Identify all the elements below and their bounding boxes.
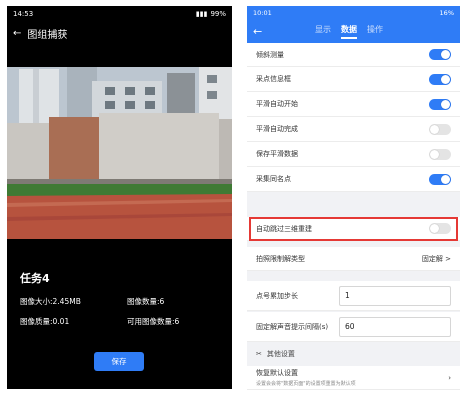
photo-scene (7, 67, 232, 239)
battery-level: 16% (439, 9, 454, 17)
toggle-switch[interactable] (429, 148, 451, 160)
setting-value: 固定解 > (421, 254, 451, 263)
back-arrow-icon[interactable]: ← (13, 28, 21, 39)
setting-label: 点号累加步长 (256, 291, 298, 300)
setting-row-tilt-measure[interactable]: 倾斜测量 (247, 43, 460, 67)
setting-row-smooth-auto-start[interactable]: 平滑自动开始 (247, 92, 460, 117)
toggle-switch[interactable] (429, 49, 451, 60)
status-time: 14:53 (13, 10, 34, 18)
status-bar: 14:53 ▮▮▮ 99% (7, 6, 232, 22)
tab-operation[interactable]: 操作 (367, 24, 383, 39)
captured-photo (7, 67, 232, 239)
setting-label: 采集同名点 (256, 175, 291, 183)
toggle-switch[interactable] (429, 173, 451, 185)
section-other-settings: ✂ 其他设置 (247, 344, 460, 364)
tab-nav: ← 显示 数据 操作 (247, 20, 460, 43)
setting-label: 倾斜测量 (256, 50, 284, 59)
tab-display[interactable]: 显示 (315, 24, 331, 39)
signal-icon: ▮▮▮ (195, 10, 208, 18)
back-arrow-icon[interactable]: ← (253, 25, 262, 38)
task-title: 任务4 (20, 272, 50, 285)
capture-screen: 14:53 ▮▮▮ 99% ← 图组捕获 任务4 图像大小:2.45MB 图像数… (7, 6, 232, 389)
setting-desc: 设置会会将"数据页面"的设置项重置为默认项 (256, 381, 356, 387)
section-title: 其他设置 (266, 350, 295, 358)
setting-row-collect-homonymous[interactable]: 采集同名点 (247, 167, 460, 192)
status-icons: ▮▮▮ 99% (196, 10, 226, 18)
image-quality: 图像质量:0.01 (20, 317, 70, 326)
toggle-switch[interactable] (429, 98, 451, 110)
setting-row-point-step: 点号累加步长 1 (247, 281, 460, 311)
setting-row-point-info[interactable]: 采点信息框 (247, 67, 460, 92)
setting-label: 拍照限制解类型 (256, 254, 305, 263)
chevron-right-icon: › (448, 373, 451, 382)
save-button[interactable]: 保存 (94, 352, 144, 371)
highlight-box (249, 217, 458, 241)
image-size: 图像大小:2.45MB (20, 297, 81, 306)
page-header: ← 图组捕获 (7, 22, 232, 44)
setting-label: 恢复默认设置 (256, 369, 298, 377)
setting-row-smooth-auto-complete[interactable]: 平滑自动完成 (247, 117, 460, 142)
status-bar: 10:01 16% (247, 6, 460, 20)
page-title: 图组捕获 (27, 29, 68, 41)
toggle-switch[interactable] (429, 73, 451, 85)
setting-label: 固定解声音提示间隔(s) (256, 322, 329, 331)
app-bar: 10:01 16% ← 显示 数据 操作 (247, 6, 460, 43)
setting-label: 保存平滑数据 (256, 150, 298, 158)
screenshot-root: 14:53 ▮▮▮ 99% ← 图组捕获 任务4 图像大小:2.45MB 图像数… (0, 0, 463, 394)
battery-level: 99% (210, 10, 226, 18)
point-step-input[interactable]: 1 (339, 285, 451, 306)
setting-label: 平滑自动完成 (256, 125, 298, 133)
tools-icon: ✂ (256, 350, 262, 358)
settings-screen: 10:01 16% ← 显示 数据 操作 倾斜测量 采点信息框 平滑自动开始 平… (247, 6, 460, 390)
image-count: 图像数量:6 (127, 297, 165, 306)
setting-row-solution-type[interactable]: 拍照限制解类型 固定解 > (247, 247, 460, 271)
usable-image-count: 可用图像数量:6 (127, 317, 180, 326)
status-time: 10:01 (253, 9, 272, 17)
alert-interval-input[interactable]: 60 (339, 316, 451, 337)
tabs: 显示 数据 操作 (315, 24, 383, 39)
restore-text: 恢复默认设置 设置会会将"数据页面"的设置项重置为默认项 (256, 368, 356, 387)
setting-label: 采点信息框 (256, 75, 291, 83)
setting-row-restore-defaults[interactable]: 恢复默认设置 设置会会将"数据页面"的设置项重置为默认项 › (247, 366, 460, 390)
tab-data[interactable]: 数据 (341, 24, 357, 39)
toggle-switch[interactable] (429, 123, 451, 135)
setting-row-alert-interval: 固定解声音提示间隔(s) 60 (247, 312, 460, 342)
setting-row-save-smooth-data[interactable]: 保存平滑数据 (247, 142, 460, 167)
setting-label: 平滑自动开始 (256, 100, 298, 108)
